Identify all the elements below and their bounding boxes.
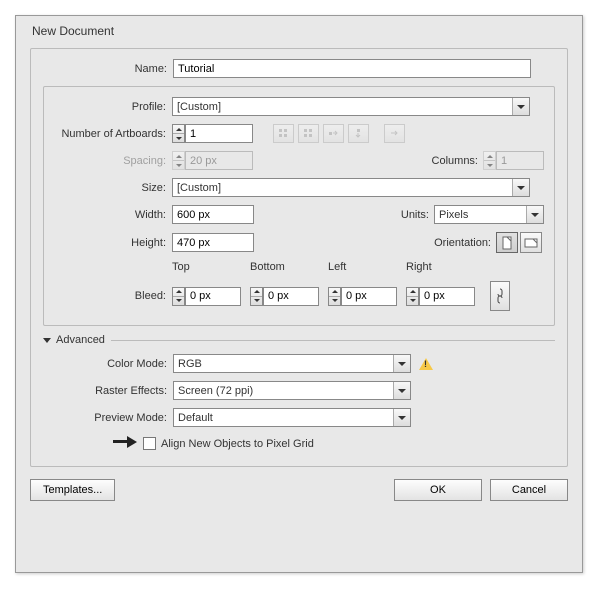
pointer-arrow-icon xyxy=(113,435,139,449)
cancel-button[interactable]: Cancel xyxy=(490,479,568,501)
bleed-bottom-stepper[interactable] xyxy=(250,287,328,306)
preview-label: Preview Mode: xyxy=(43,412,173,424)
height-label: Height: xyxy=(54,237,172,249)
artboard-arrangement-icons xyxy=(273,124,406,143)
align-pixel-grid-checkbox[interactable] xyxy=(143,437,156,450)
columns-input xyxy=(496,151,544,170)
bleed-right-stepper[interactable] xyxy=(406,287,484,306)
raster-select[interactable]: Screen (72 ppi) xyxy=(173,381,411,400)
orientation-landscape-button[interactable] xyxy=(520,232,542,253)
dialog-title: New Document xyxy=(30,24,568,38)
bleed-right-input[interactable] xyxy=(419,287,475,306)
orientation-label: Orientation: xyxy=(418,237,496,249)
name-input[interactable] xyxy=(173,59,531,78)
color-mode-select[interactable]: RGB xyxy=(173,354,411,373)
artboards-input[interactable] xyxy=(185,124,253,143)
bleed-right-label: Right xyxy=(406,261,484,275)
main-group: Name: Profile: [Custom] Number of Artboa… xyxy=(30,48,568,467)
profile-select[interactable]: [Custom] xyxy=(172,97,530,116)
chevron-down-icon xyxy=(393,355,410,372)
triangle-down-icon xyxy=(43,338,51,343)
link-bleed-button[interactable] xyxy=(490,281,510,311)
dialog-footer: Templates... OK Cancel xyxy=(30,479,568,501)
advanced-label: Advanced xyxy=(56,334,105,346)
profile-label: Profile: xyxy=(54,101,172,113)
chevron-down-icon xyxy=(393,382,410,399)
ok-button[interactable]: OK xyxy=(394,479,482,501)
spacing-label: Spacing: xyxy=(54,155,172,167)
bleed-top-stepper[interactable] xyxy=(172,287,250,306)
units-label: Units: xyxy=(386,209,434,221)
bleed-left-label: Left xyxy=(328,261,406,275)
grid-by-col-icon xyxy=(298,124,319,143)
bleed-left-input[interactable] xyxy=(341,287,397,306)
row-ltr-icon xyxy=(323,124,344,143)
new-document-dialog: New Document Name: Profile: [Custom] Num… xyxy=(15,15,583,573)
row-rtl-icon xyxy=(384,124,405,143)
templates-button[interactable]: Templates... xyxy=(30,479,115,501)
width-input[interactable] xyxy=(172,205,254,224)
units-select[interactable]: Pixels xyxy=(434,205,544,224)
name-label: Name: xyxy=(43,63,173,75)
chevron-down-icon xyxy=(512,179,529,196)
orientation-portrait-button[interactable] xyxy=(496,232,518,253)
warning-icon xyxy=(419,358,433,370)
height-input[interactable] xyxy=(172,233,254,252)
bleed-left-stepper[interactable] xyxy=(328,287,406,306)
preview-select[interactable]: Default xyxy=(173,408,411,427)
align-pixel-grid-label: Align New Objects to Pixel Grid xyxy=(161,438,314,450)
artboards-stepper[interactable] xyxy=(172,124,253,143)
advanced-disclosure[interactable]: Advanced xyxy=(43,334,555,346)
columns-stepper xyxy=(483,151,544,170)
artboards-label: Number of Artboards: xyxy=(54,128,172,140)
bleed-top-label: Top xyxy=(172,261,250,275)
size-label: Size: xyxy=(54,182,172,194)
chevron-down-icon xyxy=(393,409,410,426)
size-select[interactable]: [Custom] xyxy=(172,178,530,197)
bleed-label: Bleed: xyxy=(54,290,172,302)
grid-by-row-icon xyxy=(273,124,294,143)
col-ttb-icon xyxy=(348,124,369,143)
columns-label: Columns: xyxy=(423,155,483,167)
chevron-down-icon xyxy=(526,206,543,223)
spacing-stepper xyxy=(172,151,253,170)
bleed-top-input[interactable] xyxy=(185,287,241,306)
chevron-down-icon xyxy=(512,98,529,115)
spacing-input xyxy=(185,151,253,170)
width-label: Width: xyxy=(54,209,172,221)
doc-settings-group: Profile: [Custom] Number of Artboards: xyxy=(43,86,555,326)
color-mode-label: Color Mode: xyxy=(43,358,173,370)
bleed-bottom-label: Bottom xyxy=(250,261,328,275)
raster-label: Raster Effects: xyxy=(43,385,173,397)
bleed-bottom-input[interactable] xyxy=(263,287,319,306)
